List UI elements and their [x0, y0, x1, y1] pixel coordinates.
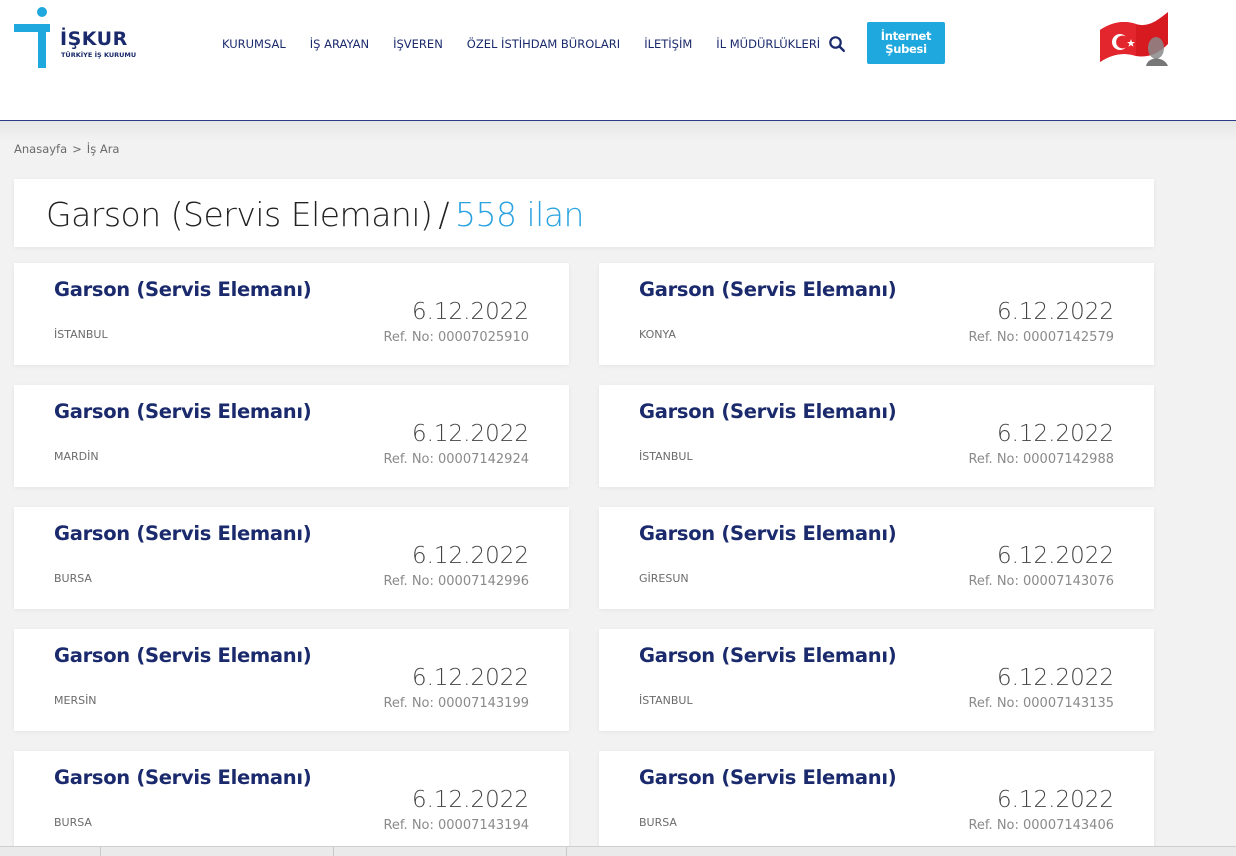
- job-date: 6.12.2022: [996, 665, 1114, 691]
- job-date: 6.12.2022: [996, 543, 1114, 569]
- job-listing-card[interactable]: Garson (Servis Elemanı) İSTANBUL 6.12.2022…: [599, 385, 1154, 487]
- job-city: MERSİN: [54, 694, 97, 707]
- site-header: İŞKUR TÜRKİYE İŞ KURUMU KURUMSAL İŞ ARAY…: [0, 0, 1236, 121]
- job-city: BURSA: [54, 572, 92, 585]
- bottom-edge: [0, 846, 1236, 856]
- job-listing-card[interactable]: Garson (Servis Elemanı) KONYA 6.12.2022 Ref…: [599, 263, 1154, 365]
- nav-item-is-arayan[interactable]: İŞ ARAYAN: [310, 37, 369, 51]
- page-title-separator: /: [438, 195, 449, 234]
- job-city: İSTANBUL: [639, 694, 693, 707]
- breadcrumb-separator: >: [72, 142, 82, 156]
- main-nav: KURUMSAL İŞ ARAYAN İŞVEREN ÖZEL İSTİHDAM…: [210, 34, 832, 54]
- job-city: GİRESUN: [639, 572, 689, 585]
- job-ref-number: Ref. No: 00007143406: [968, 818, 1114, 833]
- job-ref-number: Ref. No: 00007142996: [383, 574, 529, 589]
- job-ref-number: Ref. No: 00007142579: [968, 330, 1114, 345]
- job-title-link[interactable]: Garson (Servis Elemanı): [639, 644, 897, 667]
- job-date: 6.12.2022: [996, 787, 1114, 813]
- header-shadow: [0, 121, 1236, 141]
- iskur-logo-mark-icon: [14, 7, 50, 68]
- job-title-link[interactable]: Garson (Servis Elemanı): [639, 522, 897, 545]
- job-date: 6.12.2022: [411, 665, 529, 691]
- job-listing-card[interactable]: Garson (Servis Elemanı) BURSA 6.12.2022 Ref…: [14, 507, 569, 609]
- turkish-flag-icon[interactable]: [1094, 8, 1172, 70]
- job-title-link[interactable]: Garson (Servis Elemanı): [54, 400, 312, 423]
- job-ref-number: Ref. No: 00007142988: [968, 452, 1114, 467]
- internet-button-line2: Şubesi: [885, 42, 927, 56]
- job-title-link[interactable]: Garson (Servis Elemanı): [54, 766, 312, 789]
- nav-item-il-mudurlukleri[interactable]: İL MÜDÜRLÜKLERİ: [716, 37, 820, 51]
- job-listing-card[interactable]: Garson (Servis Elemanı) İSTANBUL 6.12.2022…: [599, 629, 1154, 731]
- nav-item-ozel-istihdam[interactable]: ÖZEL İSTİHDAM BÜROLARI: [467, 37, 620, 51]
- job-listing-card[interactable]: Garson (Servis Elemanı) BURSA 6.12.2022 Ref…: [599, 751, 1154, 853]
- breadcrumb: Anasayfa > İş Ara: [14, 142, 119, 156]
- job-title-link[interactable]: Garson (Servis Elemanı): [639, 278, 897, 301]
- page-title: Garson (Servis Elemanı)/558 ilan: [46, 195, 584, 234]
- job-ref-number: Ref. No: 00007142924: [383, 452, 529, 467]
- job-title-link[interactable]: Garson (Servis Elemanı): [639, 400, 897, 423]
- job-date: 6.12.2022: [996, 421, 1114, 447]
- logo-title: İŞKUR: [60, 28, 128, 50]
- job-ref-number: Ref. No: 00007143194: [383, 818, 529, 833]
- job-date: 6.12.2022: [996, 299, 1114, 325]
- job-city: KONYA: [639, 328, 676, 341]
- nav-item-isveren[interactable]: İŞVEREN: [393, 37, 443, 51]
- internet-subesi-button[interactable]: İnternet Şubesi: [867, 22, 945, 64]
- page-title-job: Garson (Servis Elemanı): [46, 195, 433, 234]
- job-listing-card[interactable]: Garson (Servis Elemanı) MERSİN 6.12.2022 Re…: [14, 629, 569, 731]
- job-date: 6.12.2022: [411, 421, 529, 447]
- breadcrumb-home-link[interactable]: Anasayfa: [14, 142, 67, 156]
- job-listing-card[interactable]: Garson (Servis Elemanı) İSTANBUL 6.12.2022…: [14, 263, 569, 365]
- job-ref-number: Ref. No: 00007143135: [968, 696, 1114, 711]
- job-title-link[interactable]: Garson (Servis Elemanı): [54, 522, 312, 545]
- breadcrumb-current[interactable]: İş Ara: [87, 142, 120, 156]
- job-listing-card[interactable]: Garson (Servis Elemanı) GİRESUN 6.12.2022 R…: [599, 507, 1154, 609]
- job-date: 6.12.2022: [411, 299, 529, 325]
- job-title-link[interactable]: Garson (Servis Elemanı): [54, 644, 312, 667]
- results-count: 558 ilan: [455, 195, 584, 234]
- nav-item-iletisim[interactable]: İLETİŞİM: [644, 37, 692, 51]
- job-ref-number: Ref. No: 00007143199: [383, 696, 529, 711]
- job-city: İSTANBUL: [639, 450, 693, 463]
- job-city: BURSA: [639, 816, 677, 829]
- iskur-logo[interactable]: İŞKUR TÜRKİYE İŞ KURUMU: [12, 6, 142, 70]
- job-listing-card[interactable]: Garson (Servis Elemanı) BURSA 6.12.2022 Ref…: [14, 751, 569, 853]
- job-date: 6.12.2022: [411, 787, 529, 813]
- search-icon[interactable]: [828, 35, 846, 53]
- job-listing-card[interactable]: Garson (Servis Elemanı) MARDİN 6.12.2022 Re…: [14, 385, 569, 487]
- job-city: BURSA: [54, 816, 92, 829]
- job-title-link[interactable]: Garson (Servis Elemanı): [639, 766, 897, 789]
- logo-subtitle: TÜRKİYE İŞ KURUMU: [61, 51, 137, 59]
- nav-item-kurumsal[interactable]: KURUMSAL: [222, 37, 286, 51]
- job-city: MARDİN: [54, 450, 99, 463]
- job-city: İSTANBUL: [54, 328, 108, 341]
- job-ref-number: Ref. No: 00007143076: [968, 574, 1114, 589]
- job-date: 6.12.2022: [411, 543, 529, 569]
- results-heading-panel: Garson (Servis Elemanı)/558 ilan: [14, 179, 1154, 247]
- job-ref-number: Ref. No: 00007025910: [383, 330, 529, 345]
- job-title-link[interactable]: Garson (Servis Elemanı): [54, 278, 312, 301]
